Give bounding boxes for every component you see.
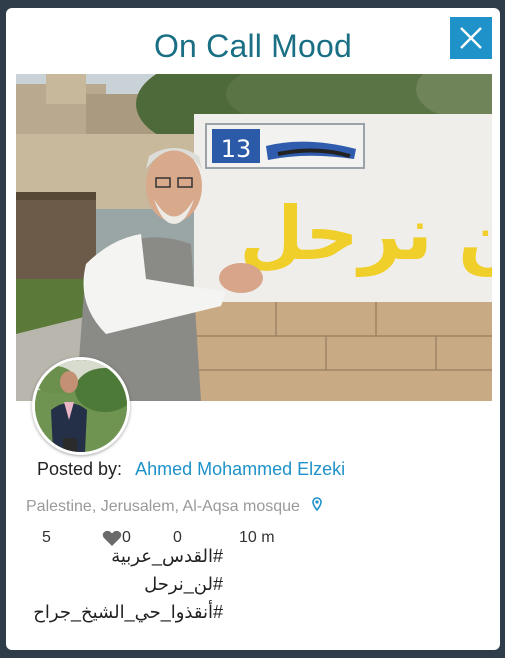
post-photo[interactable]: 13 لن نرحل — [16, 74, 492, 401]
posted-by-label: Posted by: — [37, 459, 123, 479]
close-button[interactable] — [450, 17, 492, 59]
post-card: On Call Mood 13 نرحل Posted by: Ahmed Mo… — [6, 8, 500, 650]
location-pin-icon — [312, 497, 322, 516]
location-text: Palestine, Jerusalem, Al-Aqsa mosque — [26, 497, 300, 515]
hashtag-item[interactable]: #لن_نرحل — [0, 570, 223, 598]
dialog-title: On Call Mood — [153, 28, 353, 64]
hashtag-list: #القدس_عربية #لن_نرحل #أنقذوا_حي_الشيخ_ج… — [0, 542, 223, 626]
author-avatar[interactable] — [32, 357, 130, 455]
hashtag-item[interactable]: #القدس_عربية — [0, 542, 223, 570]
street-sign-number: 13 — [221, 135, 252, 163]
location-line[interactable]: Palestine, Jerusalem, Al-Aqsa mosque — [26, 497, 322, 516]
post-time: 10 m — [239, 529, 275, 546]
post-photo-illustration: 13 لن نرحل — [16, 74, 492, 401]
author-name-link[interactable]: Ahmed Mohammed Elzeki — [135, 459, 345, 479]
avatar-image — [35, 360, 127, 452]
close-icon — [460, 27, 482, 49]
graffiti-text: لن نرحل — [239, 191, 492, 277]
hashtag-item[interactable]: #أنقذوا_حي_الشيخ_جراح — [0, 598, 223, 626]
posted-by-line: Posted by: Ahmed Mohammed Elzeki — [37, 459, 345, 480]
